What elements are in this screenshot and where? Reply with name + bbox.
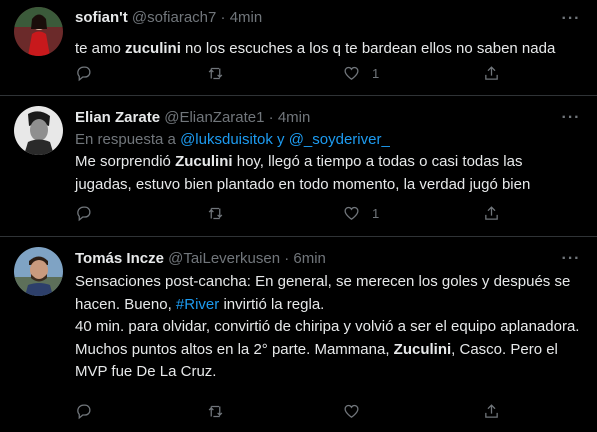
more-options-button[interactable]: ··· [561, 251, 581, 272]
tweet[interactable]: Elian Zarate @ElianZarate1 · 4min En res… [0, 96, 597, 237]
retweet-icon [208, 405, 223, 417]
retweet-button[interactable] [207, 401, 224, 421]
reply-context: En respuesta a @luksduisitok y @_soyderi… [75, 130, 583, 150]
separator: · [284, 250, 290, 267]
retweet-button[interactable] [207, 63, 224, 83]
username[interactable]: @TaiLeverkusen [168, 250, 280, 267]
display-name[interactable]: sofian't [75, 9, 128, 26]
timestamp[interactable]: 4min [230, 9, 263, 26]
tweet-header: Tomás Incze @TaiLeverkusen · 6min [75, 249, 583, 269]
avatar[interactable] [14, 247, 63, 296]
more-options-button[interactable]: ··· [561, 110, 581, 131]
reply-button[interactable] [75, 63, 92, 83]
tweet-text: Me sorprendió Zuculini hoy, llegó a tiem… [75, 151, 583, 196]
separator: · [268, 109, 274, 126]
timestamp[interactable]: 6min [293, 250, 326, 267]
text-paragraph: Sensaciones post-cancha: En general, se … [75, 271, 583, 316]
retweet-icon [208, 207, 223, 219]
avatar-sofiant-image [14, 7, 63, 56]
action-bar [75, 401, 505, 421]
text-segment: 40 min. para olvidar, convirtió de chiri… [75, 318, 580, 335]
like-icon [344, 66, 359, 80]
retweet-icon [208, 67, 223, 79]
username[interactable]: @ElianZarate1 [164, 109, 264, 126]
display-name[interactable]: Tomás Incze [75, 250, 164, 267]
tweet-text: te amo zuculini no los escuches a los q … [75, 38, 583, 61]
hashtag-link[interactable]: #River [176, 296, 219, 313]
reply-icon [77, 65, 91, 81]
like-icon [344, 404, 359, 418]
retweet-button[interactable] [207, 203, 224, 223]
more-options-button[interactable]: ··· [561, 11, 581, 32]
action-bar: 1 [75, 203, 505, 223]
share-button[interactable] [483, 63, 500, 83]
avatar-elian-image [14, 106, 63, 155]
like-button[interactable]: 1 [343, 63, 379, 83]
share-icon [485, 403, 498, 418]
share-button[interactable] [483, 401, 500, 421]
like-button[interactable] [343, 401, 372, 421]
text-segment: te amo [75, 40, 126, 57]
like-count: 1 [372, 65, 380, 81]
tweet-header: Elian Zarate @ElianZarate1 · 4min [75, 108, 583, 128]
reply-join: y [272, 131, 289, 148]
avatar[interactable] [14, 7, 63, 56]
separator: · [220, 9, 226, 26]
like-icon [344, 206, 359, 220]
text-paragraph: Muchos puntos altos en la 2° parte. Mamm… [75, 339, 583, 384]
text-highlight: zuculini [125, 40, 181, 57]
avatar-tomas-image [14, 247, 63, 296]
text-segment: no los escuches a los q te bardean ellos… [180, 40, 556, 57]
share-icon [485, 65, 498, 80]
reply-button[interactable] [75, 203, 92, 223]
reply-icon [77, 205, 91, 221]
like-button[interactable]: 1 [343, 203, 379, 223]
avatar[interactable] [14, 106, 63, 155]
reply-button[interactable] [75, 401, 92, 421]
tweet[interactable]: Tomás Incze @TaiLeverkusen · 6min Sensac… [0, 237, 597, 432]
text-highlight: Zuculini [175, 153, 233, 170]
timestamp[interactable]: 4min [278, 109, 311, 126]
text-segment: Me sorprendió [75, 153, 176, 170]
share-icon [485, 205, 498, 220]
username[interactable]: @sofiarach7 [132, 9, 216, 26]
text-paragraph: 40 min. para olvidar, convirtió de chiri… [75, 316, 583, 339]
tweet-header: sofian't @sofiarach7 · 4min [75, 8, 583, 28]
mention-link[interactable]: @luksduisitok [180, 131, 273, 148]
reply-prefix: En respuesta a [75, 131, 181, 148]
action-bar: 1 [75, 63, 505, 83]
display-name[interactable]: Elian Zarate [75, 109, 160, 126]
text-segment: Muchos puntos altos en la 2° parte. Mamm… [75, 340, 394, 358]
share-button[interactable] [483, 203, 500, 223]
reply-icon [77, 403, 91, 419]
text-segment: invirtió la regla. [219, 295, 325, 313]
tweet-feed: sofian't @sofiarach7 · 4min te amo zucul… [0, 0, 597, 432]
tweet-text: Sensaciones post-cancha: En general, se … [75, 271, 583, 384]
tweet[interactable]: sofian't @sofiarach7 · 4min te amo zucul… [0, 0, 597, 96]
mention-link[interactable]: @_soyderiver_ [289, 131, 390, 148]
like-count: 1 [372, 205, 380, 221]
text-highlight: Zuculini [393, 340, 452, 358]
